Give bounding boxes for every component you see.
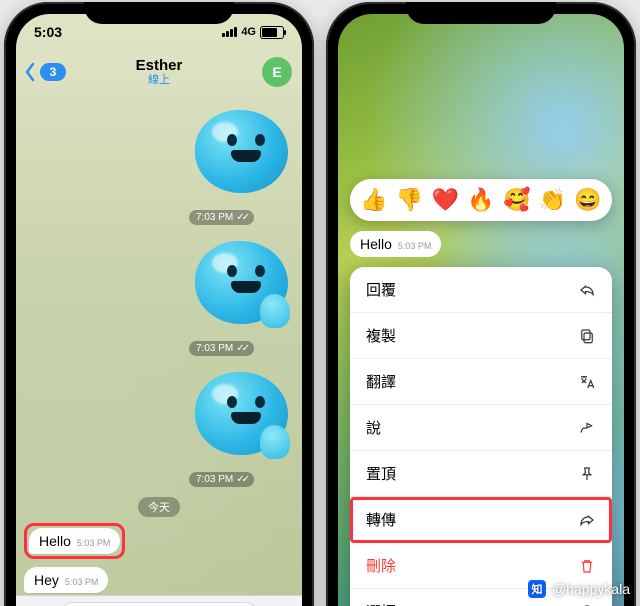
message-time: 7:03 PM [196,474,233,485]
menu-label: 選擇 [366,601,396,606]
message-input[interactable]: 輸入訊息 ☻ [58,602,260,606]
message-sticker[interactable]: 7:03 PM ✓✓ [24,364,294,487]
avatar[interactable]: E [262,57,292,87]
chat-header: 3 Esther 線上 E [16,50,302,94]
sticker-icon [189,233,294,338]
menu-translate[interactable]: 翻譯 [350,359,612,405]
read-ticks-icon: ✓✓ [236,343,247,354]
phone-right: 👍 👎 ❤️ 🔥 🥰 👏 😄 Hello 5:03 PM 回覆 複製 [326,2,636,606]
reaction-grin[interactable]: 😄 [574,187,601,213]
reaction-thumbs-down[interactable]: 👎 [396,187,423,213]
message-meta: 7:03 PM ✓✓ [189,472,254,487]
status-time: 5:03 [34,24,62,40]
annotation-highlight: Hello 5:03 PM [24,523,125,559]
menu-label: 翻譯 [366,371,396,392]
back-button[interactable]: 3 [24,62,66,82]
unread-badge: 3 [40,63,66,81]
chat-title[interactable]: Esther 線上 [136,58,183,87]
notch [84,2,234,24]
context-menu: 回覆 複製 翻譯 說 置頂 [350,267,612,606]
message-body: Hello [360,236,392,252]
phone-left: 5:03 4G 3 Esther 線上 E [4,2,314,606]
watermark-handle: @happykala [552,581,630,597]
message-time: 5:03 PM [65,577,99,587]
watermark: 知 @happykala [528,580,630,598]
notch [406,2,556,24]
translate-icon [578,373,596,391]
reaction-clap[interactable]: 👏 [539,187,566,213]
message-list[interactable]: 7:03 PM ✓✓ 7:03 PM ✓✓ [16,94,302,596]
message-time: 7:03 PM [196,212,233,223]
signal-icon [222,27,237,37]
menu-label: 複製 [366,325,396,346]
reaction-thumbs-up[interactable]: 👍 [360,187,387,213]
sticker-icon [189,364,294,469]
menu-pin[interactable]: 置頂 [350,451,612,497]
carrier-label: 4G [241,26,256,38]
contact-name: Esther [136,58,183,75]
reaction-smiling-hearts[interactable]: 🥰 [503,187,530,213]
message-time: 7:03 PM [196,343,233,354]
menu-speak[interactable]: 說 [350,405,612,451]
trash-icon [578,557,596,575]
menu-label: 置頂 [366,463,396,484]
input-bar: 輸入訊息 ☻ [16,595,302,606]
screen-right: 👍 👎 ❤️ 🔥 🥰 👏 😄 Hello 5:03 PM 回覆 複製 [338,14,624,606]
zhihu-logo-icon: 知 [528,580,546,598]
menu-label: 刪除 [366,555,396,576]
contact-status: 線上 [136,74,183,86]
screen-left: 5:03 4G 3 Esther 線上 E [16,14,302,606]
menu-forward[interactable]: 轉傳 [350,497,612,543]
context-overlay: 👍 👎 ❤️ 🔥 🥰 👏 😄 Hello 5:03 PM 回覆 複製 [350,179,612,606]
message-meta: 7:03 PM ✓✓ [189,341,254,356]
sticker-icon [189,102,294,207]
pin-icon [578,465,596,483]
selected-message: Hello 5:03 PM [350,231,441,257]
reaction-heart[interactable]: ❤️ [432,187,459,213]
select-icon [578,603,596,606]
message-sticker[interactable]: 7:03 PM ✓✓ [24,102,294,225]
reaction-bar[interactable]: 👍 👎 ❤️ 🔥 🥰 👏 😄 [350,179,612,221]
battery-icon [260,26,284,39]
reply-icon [578,281,596,299]
chevron-left-icon [24,62,36,82]
read-ticks-icon: ✓✓ [236,212,247,223]
forward-icon [578,511,596,529]
menu-label: 轉傳 [366,509,396,530]
copy-icon [578,327,596,345]
message-time: 5:03 PM [398,241,432,251]
reaction-fire[interactable]: 🔥 [467,187,494,213]
menu-label: 說 [366,417,381,438]
message-text[interactable]: Hello 5:03 PM [24,523,294,559]
message-time: 5:03 PM [77,538,111,548]
menu-reply[interactable]: 回覆 [350,267,612,313]
message-body: Hello [39,533,71,549]
message-sticker[interactable]: 7:03 PM ✓✓ [24,233,294,356]
message-text[interactable]: Hey 5:03 PM [24,567,294,593]
speak-icon [578,419,596,437]
menu-label: 回覆 [366,279,396,300]
read-ticks-icon: ✓✓ [236,474,247,485]
message-meta: 7:03 PM ✓✓ [189,210,254,225]
date-separator: 今天 [138,497,180,517]
menu-copy[interactable]: 複製 [350,313,612,359]
message-body: Hey [34,572,59,588]
